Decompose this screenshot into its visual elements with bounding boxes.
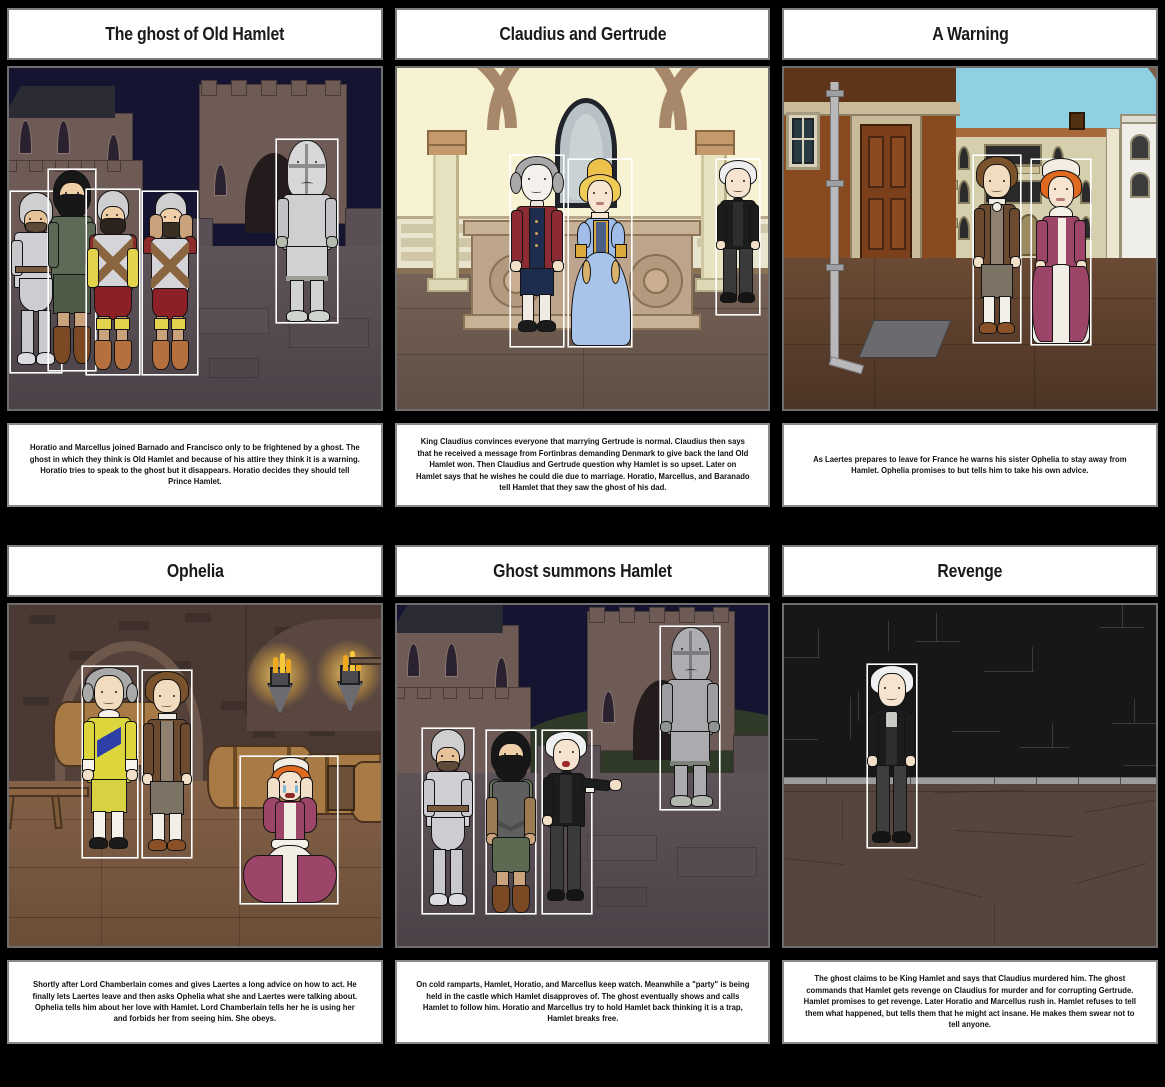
panel-description-box[interactable]: Horatio and Marcellus joined Barnado and… — [7, 423, 383, 507]
panel-description: Horatio and Marcellus joined Barnado and… — [29, 443, 360, 487]
panel-title-box[interactable]: A Warning — [782, 8, 1159, 60]
panel-title: Claudius and Gertrude — [498, 23, 667, 44]
scene-art-ramparts-night — [9, 68, 381, 409]
horatio-figure — [485, 731, 536, 913]
panel-description-box[interactable]: As Laertes prepares to leave for France … — [782, 423, 1159, 507]
panel-title: Revenge — [937, 560, 1003, 581]
ghost-figure — [659, 627, 720, 809]
panel-title: The ghost of Old Hamlet — [105, 23, 285, 44]
lord-chamberlain-figure — [82, 667, 138, 857]
storyboard-panel-1[interactable]: The ghost of Old Hamlet Horatio and Marc… — [7, 8, 383, 519]
panel-title: Ghost summons Hamlet — [493, 560, 672, 581]
panel-description: King Claudius convinces everyone that ma… — [415, 437, 750, 493]
laertes-figure — [142, 671, 192, 857]
storyboard-panel-3[interactable]: A Warning As Laertes prepares to leave f… — [782, 8, 1159, 519]
hamlet-pointing-figure — [541, 731, 622, 913]
claudius-figure — [509, 156, 564, 346]
storyboard-panel-5[interactable]: Ghost summons Hamlet On cold ramparts, H… — [394, 545, 771, 1056]
storyboard-panel-6[interactable]: Revenge The ghost claims to be King Haml… — [782, 545, 1159, 1056]
ghost-figure — [276, 140, 338, 322]
panel-title-box[interactable]: The ghost of Old Hamlet — [7, 8, 383, 60]
panel-description-box[interactable]: The ghost claims to be King Hamlet and s… — [782, 960, 1159, 1044]
laertes-figure — [973, 156, 1022, 342]
panel-description-box[interactable]: Shortly after Lord Chamberlain comes and… — [7, 960, 383, 1044]
panel-title-box[interactable]: Ghost summons Hamlet — [394, 545, 771, 597]
panel-description: On cold ramparts, Hamlet, Horatio, and M… — [415, 980, 750, 1024]
storyboard-panel-2[interactable]: Claudius and Gertrude King Claudius conv… — [394, 8, 771, 519]
panel-title-box[interactable]: Ophelia — [7, 545, 383, 597]
panel-scene-ophelia[interactable] — [7, 603, 383, 948]
scene-art-ramparts-night-2 — [396, 605, 769, 946]
scene-art-dark-wall — [784, 605, 1157, 946]
hamlet-figure — [715, 160, 760, 314]
ophelia-figure — [1032, 158, 1091, 344]
hamlet-figure — [867, 665, 917, 847]
scene-art-street-doorway — [784, 68, 1157, 409]
storyboard-row-2: Ophelia Shortly after Lord Chamberlain c… — [7, 545, 1159, 1056]
panel-description: The ghost claims to be King Hamlet and s… — [804, 974, 1137, 1030]
panel-description-box[interactable]: King Claudius convinces everyone that ma… — [394, 423, 771, 507]
panel-scene-ghost-summons-hamlet[interactable] — [394, 603, 771, 948]
panel-description-box[interactable]: On cold ramparts, Hamlet, Horatio, and M… — [394, 960, 771, 1044]
panel-title: A Warning — [931, 23, 1009, 44]
panel-scene-claudius-and-gertrude[interactable] — [394, 66, 771, 411]
ophelia-kneeling-figure — [241, 757, 337, 903]
panel-title-box[interactable]: Claudius and Gertrude — [394, 8, 771, 60]
panel-title-box[interactable]: Revenge — [782, 545, 1159, 597]
panel-scene-a-warning[interactable] — [782, 66, 1159, 411]
storyboard-row-1: The ghost of Old Hamlet Horatio and Marc… — [7, 8, 1159, 519]
gertrude-figure — [569, 158, 631, 346]
panel-description: As Laertes prepares to leave for France … — [813, 454, 1127, 475]
storyboard-grid: The ghost of Old Hamlet Horatio and Marc… — [0, 0, 1165, 1087]
panel-title: Ophelia — [166, 560, 224, 581]
panel-description: Shortly after Lord Chamberlain comes and… — [32, 980, 358, 1024]
panel-scene-revenge[interactable] — [782, 603, 1159, 948]
marcellus-figure — [422, 729, 473, 913]
panel-scene-ghost-of-old-hamlet[interactable] — [7, 66, 383, 411]
scene-art-great-hall — [396, 68, 769, 409]
scene-art-cellar — [9, 605, 381, 946]
storyboard-panel-4[interactable]: Ophelia Shortly after Lord Chamberlain c… — [7, 545, 383, 1056]
